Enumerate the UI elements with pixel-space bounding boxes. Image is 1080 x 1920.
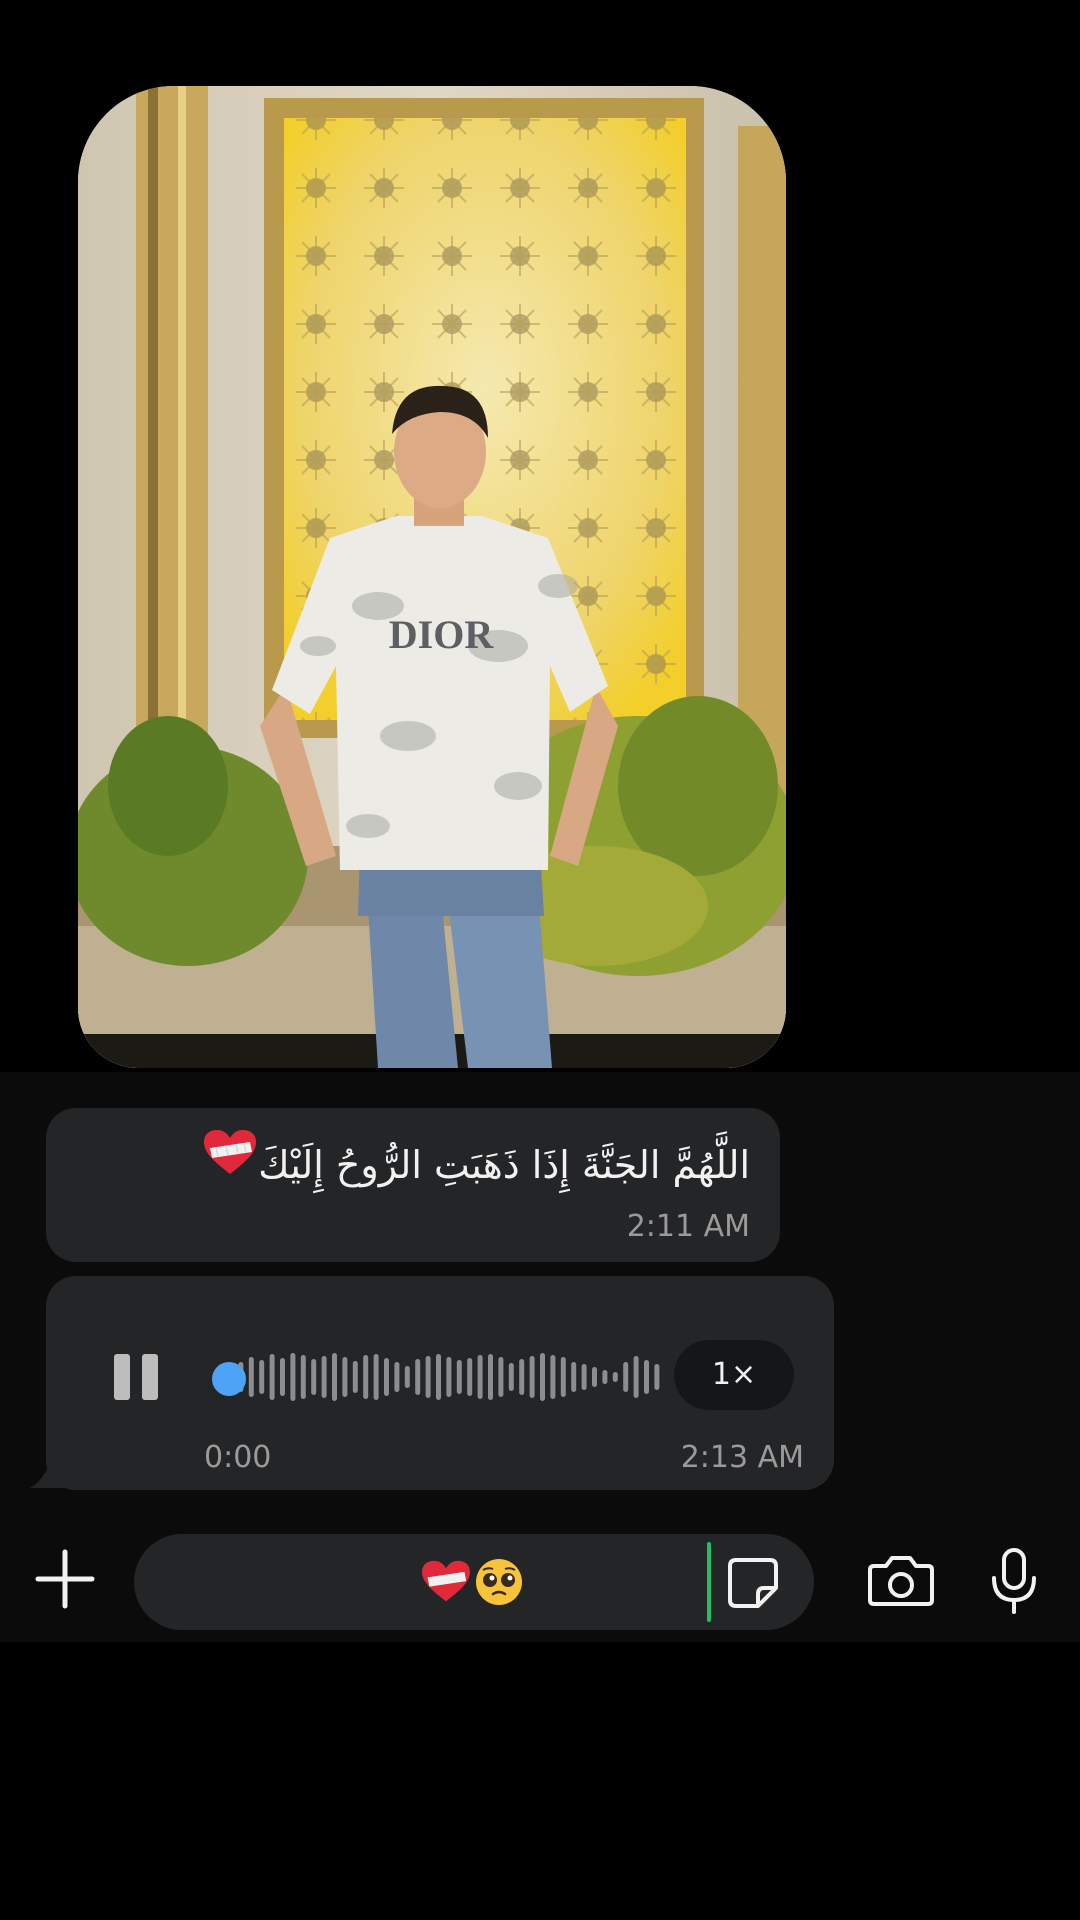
waveform-bar xyxy=(269,1354,275,1400)
waveform-bar xyxy=(519,1359,525,1395)
waveform-bar xyxy=(363,1355,369,1399)
pause-bar-right xyxy=(142,1354,158,1400)
waveform-bar xyxy=(300,1355,306,1399)
waveform-bar xyxy=(436,1354,441,1400)
waveform-bar xyxy=(508,1363,514,1391)
message-time: 2:11 AM xyxy=(626,1209,750,1244)
microphone-icon[interactable] xyxy=(990,1546,1038,1616)
text-cursor xyxy=(707,1542,711,1622)
bubble-tail xyxy=(30,1448,70,1488)
voice-message-time: 2:13 AM xyxy=(680,1440,804,1475)
waveform-bar xyxy=(602,1370,608,1384)
voice-waveform[interactable] xyxy=(214,1346,664,1408)
plus-icon[interactable] xyxy=(34,1548,96,1610)
waveform-bar xyxy=(352,1361,358,1393)
pleading-face-emoji xyxy=(476,1559,522,1605)
waveform-bar xyxy=(550,1355,556,1399)
waveform-bar xyxy=(456,1360,462,1394)
camera-icon[interactable] xyxy=(866,1554,936,1608)
waveform-bar xyxy=(529,1356,535,1398)
pause-bar-left xyxy=(114,1354,130,1400)
waveform-bar xyxy=(488,1354,493,1400)
voice-message-bubble[interactable]: 1× 0:00 2:13 AM xyxy=(46,1276,834,1490)
waveform-bar xyxy=(560,1357,566,1397)
shirt-print: DIOR xyxy=(389,612,495,657)
pause-button[interactable] xyxy=(114,1354,162,1400)
waveform-bar xyxy=(404,1366,410,1388)
playback-speed-button[interactable]: 1× xyxy=(674,1340,794,1410)
waveform-bar xyxy=(280,1358,285,1396)
waveform-bar xyxy=(654,1364,660,1390)
waveform-bar xyxy=(633,1356,639,1398)
message-text: اللَّهُمَّ الجَنَّةَ إِذَا ذَهَبَتِ الرُ… xyxy=(258,1143,750,1187)
draft-emojis xyxy=(420,1556,524,1608)
waveform-bar xyxy=(623,1362,629,1392)
waveform-bar xyxy=(612,1372,618,1382)
message-input-bar xyxy=(0,1502,1080,1642)
mending-heart-emoji xyxy=(202,1128,258,1195)
waveform-bar xyxy=(373,1354,379,1400)
waveform-bar xyxy=(259,1360,265,1394)
shared-photo[interactable]: DIOR xyxy=(78,86,786,1068)
playback-scrubber[interactable] xyxy=(212,1362,246,1396)
mending-heart-emoji xyxy=(422,1560,470,1602)
waveform-bar xyxy=(540,1353,545,1401)
chat-screen: DIOR اللَّهُمَّ الجَنَّةَ إِذَا ذَهَبَتِ… xyxy=(0,0,1080,1920)
waveform-bar xyxy=(644,1360,649,1394)
waveform-bar xyxy=(290,1353,296,1401)
waveform-bar xyxy=(248,1357,254,1397)
text-message-bubble[interactable]: اللَّهُمَّ الجَنَّةَ إِذَا ذَهَبَتِ الرُ… xyxy=(46,1108,780,1262)
waveform-bar xyxy=(321,1356,327,1398)
message-input[interactable] xyxy=(134,1534,814,1630)
waveform-bar xyxy=(571,1362,577,1392)
waveform-bar xyxy=(415,1359,421,1395)
message-text-line: اللَّهُمَّ الجَنَّةَ إِذَا ذَهَبَتِ الرُ… xyxy=(198,1128,750,1195)
waveform-bar xyxy=(446,1357,452,1397)
voice-duration: 0:00 xyxy=(204,1440,272,1475)
waveform-bar xyxy=(477,1355,483,1399)
waveform-bar xyxy=(581,1364,587,1390)
waveform-bar xyxy=(467,1358,473,1396)
waveform-bar xyxy=(332,1353,337,1401)
waveform-bar xyxy=(384,1358,389,1396)
waveform-bar xyxy=(342,1357,348,1397)
waveform-bar xyxy=(592,1367,597,1387)
waveform-bar xyxy=(498,1357,504,1397)
waveform-bar xyxy=(394,1362,400,1392)
sticker-icon[interactable] xyxy=(726,1556,780,1610)
waveform-bar xyxy=(425,1356,431,1398)
waveform-bar xyxy=(311,1359,317,1395)
